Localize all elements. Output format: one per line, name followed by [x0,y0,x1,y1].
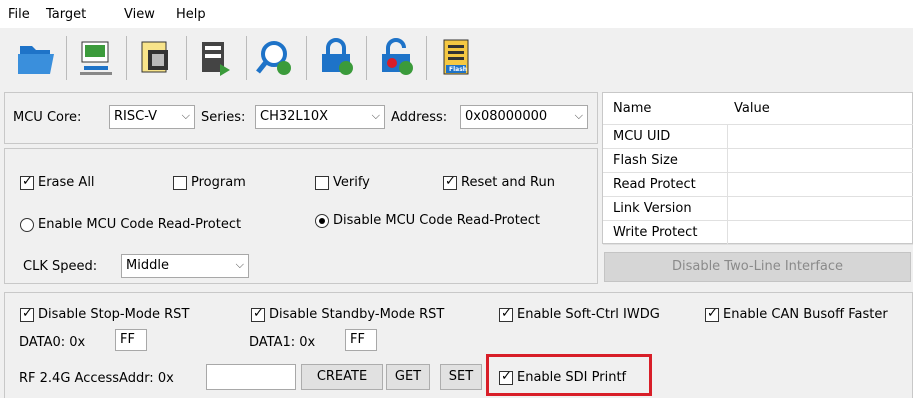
clk-speed-select[interactable]: Middle ⌵ [121,254,249,278]
toolbar: Flash [0,28,913,90]
get-button[interactable]: GET [386,364,430,390]
data1-label: DATA1: 0x [249,335,316,350]
table-row: Write Protect [603,221,913,245]
menu-target[interactable]: Target [46,7,86,22]
bottom-panel: Disable Stop-Mode RST Disable Standby-Mo… [4,292,913,398]
query-icon[interactable] [250,34,302,82]
unlock-protect-icon[interactable] [370,34,422,82]
disable-read-protect-radio[interactable]: Disable MCU Code Read-Protect [315,213,540,228]
set-button[interactable]: SET [440,364,482,390]
open-file-icon[interactable] [10,34,62,82]
table-header: Name Value [603,93,913,125]
header-value: Value [734,101,770,116]
menu-file[interactable]: File [8,7,30,22]
erase-all-checkbox[interactable]: Erase All [20,174,95,190]
download-icon[interactable] [190,34,242,82]
highlight-box [486,354,652,396]
connect-target-icon[interactable] [70,34,122,82]
lock-protect-icon[interactable] [310,34,362,82]
header-name: Name [613,101,652,116]
address-select[interactable]: 0x08000000 ⌵ [460,105,588,129]
table-row: Flash Size [603,149,913,173]
enable-read-protect-radio[interactable]: Enable MCU Code Read-Protect [20,217,241,232]
info-table: Name Value MCU UID Flash Size Read Prote… [602,92,913,245]
rf-access-label: RF 2.4G AccessAddr: 0x [19,371,174,386]
enable-can-busoff-checkbox[interactable]: Enable CAN Busoff Faster [705,306,888,322]
menu-help[interactable]: Help [176,7,206,22]
reset-and-run-checkbox[interactable]: Reset and Run [443,174,555,190]
address-label: Address: [391,110,448,125]
chip-config-icon[interactable] [130,34,182,82]
program-checkbox[interactable]: Program [173,175,246,190]
disable-stop-checkbox[interactable]: Disable Stop-Mode RST [20,306,189,322]
options-panel: Erase All Program Verify Reset and Run E… [4,148,598,284]
enable-soft-iwdg-checkbox[interactable]: Enable Soft-Ctrl IWDG [499,306,660,322]
core-select[interactable]: RISC-V ⌵ [109,105,195,129]
mcu-panel: MCU Core: RISC-V ⌵ Series: CH32L10X ⌵ Addr… [4,92,598,144]
flash-icon[interactable]: Flash [430,34,482,82]
data1-input[interactable]: FF [345,329,377,351]
table-row: Link Version [603,197,913,221]
verify-checkbox[interactable]: Verify [315,175,370,190]
disable-two-line-button[interactable]: Disable Two-Line Interface [604,252,911,282]
create-button[interactable]: CREATE [301,364,383,390]
table-row: Read Protect [603,173,913,197]
flash-badge: Flash [449,66,468,73]
data0-label: DATA0: 0x [19,335,86,350]
data0-input[interactable]: FF [115,329,147,351]
menu-view[interactable]: View [124,7,155,22]
core-label: MCU Core: [13,110,82,125]
clk-speed-label: CLK Speed: [23,259,98,274]
table-row: MCU UID [603,125,913,149]
menu-bar: File Target View Help [0,0,913,28]
disable-standby-checkbox[interactable]: Disable Standby-Mode RST [251,306,444,322]
rf-access-input[interactable] [206,364,296,390]
series-select[interactable]: CH32L10X ⌵ [255,105,385,129]
series-label: Series: [201,110,246,125]
